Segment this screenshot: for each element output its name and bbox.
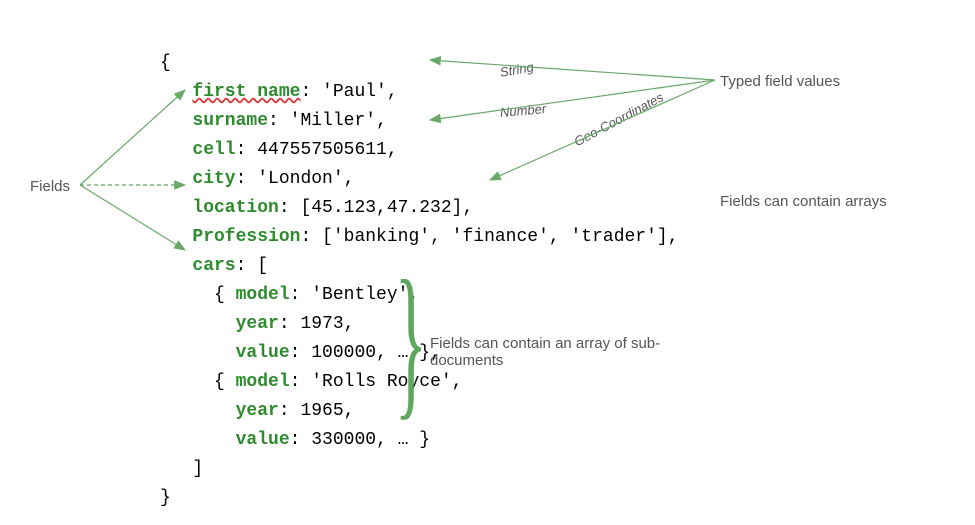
val-surname: 'Miller'	[290, 111, 376, 131]
val-first-name: 'Paul'	[322, 82, 387, 102]
brace-close: }	[160, 488, 171, 508]
val-car1-value: 100000	[311, 343, 376, 363]
key-car1-value: value	[236, 343, 290, 363]
key-city: city	[192, 169, 235, 189]
val-car2-model: 'Rolls Royce'	[311, 372, 451, 392]
label-fields: Fields	[30, 178, 70, 195]
json-document: { first name: 'Paul', surname: 'Miller',…	[160, 20, 679, 513]
key-car2-value: value	[236, 430, 290, 450]
label-subdocs: Fields can contain an array of sub-docum…	[430, 335, 670, 369]
val-car2-year: 1965	[300, 401, 343, 421]
key-car1-model: model	[236, 285, 290, 305]
label-arrays: Fields can contain arrays	[720, 193, 910, 210]
key-car2-model: model	[236, 372, 290, 392]
key-surname: surname	[192, 111, 268, 131]
val-city: 'London'	[257, 169, 343, 189]
key-first-name: first name	[192, 82, 300, 102]
val-car2-value: 330000	[311, 430, 376, 450]
key-car1-year: year	[236, 314, 279, 334]
val-car1-year: 1973	[300, 314, 343, 334]
key-location: location	[192, 198, 278, 218]
brace-open: {	[160, 53, 171, 73]
val-cell: 447557505611	[257, 140, 387, 160]
key-cell: cell	[192, 140, 235, 160]
key-profession: Profession	[192, 227, 300, 247]
val-car1-model: 'Bentley'	[311, 285, 408, 305]
key-cars: cars	[192, 256, 235, 276]
val-location: [45.123,47.232]	[300, 198, 462, 218]
key-car2-year: year	[236, 401, 279, 421]
label-typed-values: Typed field values	[720, 73, 840, 90]
val-profession: ['banking', 'finance', 'trader']	[322, 227, 668, 247]
